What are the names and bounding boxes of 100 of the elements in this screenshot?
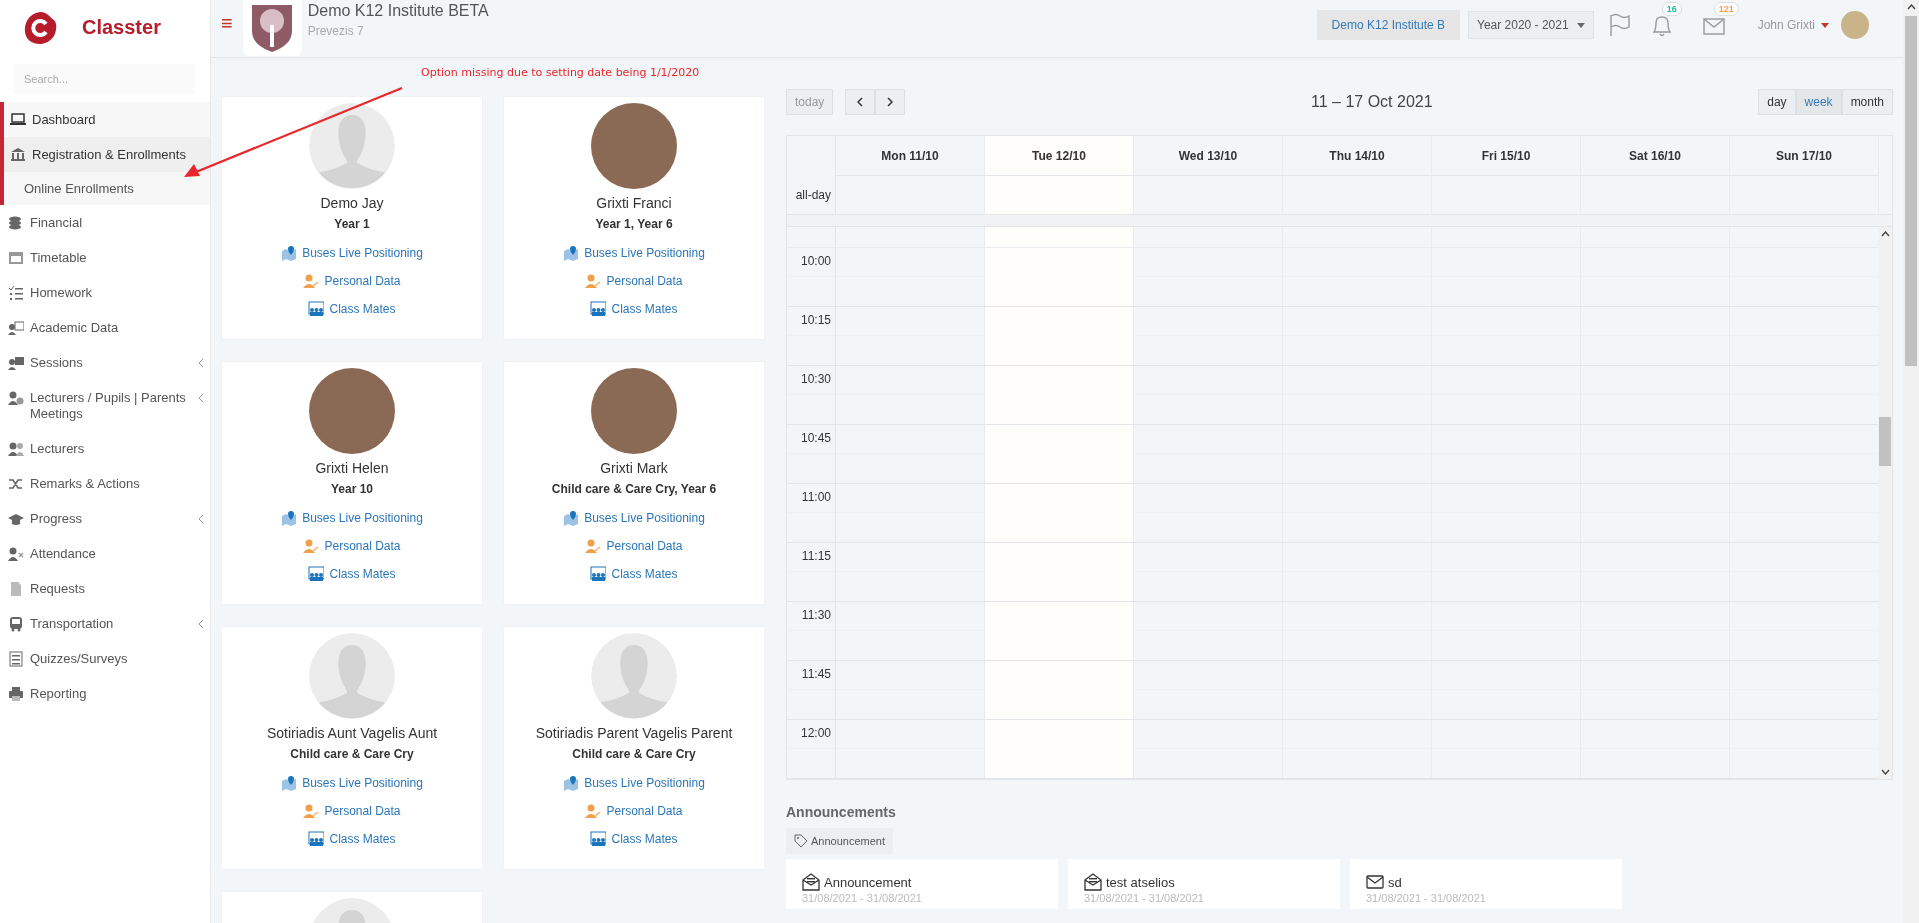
nav-item[interactable]: Lecturers [0,431,210,466]
previous-button[interactable] [845,89,876,115]
time-label: 11:30 [787,602,836,660]
nav-item[interactable]: Requests [0,571,210,606]
day-header: Tue 12/10 [985,136,1134,176]
people-board-icon [308,301,325,317]
menu-button[interactable]: ≡ [217,12,237,35]
map-pin-icon [281,775,298,791]
user-menu[interactable]: John Grixti [1747,18,1833,32]
time-label: 10:00 [787,248,836,306]
scrollbar-thumb[interactable] [1879,417,1891,466]
printer-icon [8,685,24,702]
person-icon [303,538,320,554]
nav-item[interactable]: Registration & Enrollments [4,137,210,172]
search-field[interactable]: Search... [14,64,195,94]
card-link[interactable]: Buses Live Positioning [563,510,705,526]
announcement-card[interactable]: sd 31/08/2021 - 31/08/2021 [1350,859,1622,909]
caret-down-icon [1821,22,1829,28]
nav-item[interactable]: Progress [0,501,210,536]
card-link[interactable]: Personal Data [585,538,683,554]
tag-filter[interactable]: Announcement [786,828,893,854]
nav-item[interactable]: Lecturers / Pupils | Parents Meetings [0,380,210,431]
student-name: Sotiriadis Parent Vagelis Parent [535,725,733,741]
nav-item[interactable]: Quizzes/Surveys [0,641,210,676]
card-link[interactable]: Buses Live Positioning [563,245,705,261]
chevron-left-icon [198,514,204,524]
view-tab[interactable]: month [1841,89,1893,115]
person-icon [303,803,320,819]
nav-label: Dashboard [32,111,97,128]
announcement-card[interactable]: Announcement 31/08/2021 - 31/08/2021 [786,859,1058,909]
time-label: 11:15 [787,543,836,601]
person-icon [585,538,602,554]
annotation-text: Option missing due to setting date being 1/1/2020 [421,66,700,79]
scrollbar[interactable] [1878,227,1892,779]
people-board-icon [590,566,607,582]
card-link[interactable]: Personal Data [303,803,401,819]
time-label: 10:15 [787,307,836,365]
card-link[interactable]: Buses Live Positioning [281,245,423,261]
nav-label: Lecturers / Pupils | Parents Meetings [30,389,187,422]
institute-address: Prevezis 7 [307,24,365,38]
bus-icon [8,615,24,632]
day-header: Sun 17/10 [1730,136,1879,176]
nav-subitem[interactable]: Online Enrollments [4,172,210,205]
announcement-dates: 31/08/2021 - 31/08/2021 [1084,892,1205,904]
card-link[interactable]: Class Mates [308,566,396,582]
card-link[interactable]: Personal Data [585,803,683,819]
chevron-left-icon [198,393,204,403]
envelope-open-icon [1084,873,1102,891]
nav-item[interactable]: Financial [0,205,210,240]
year-dropdown[interactable]: Year 2020 - 2021 [1468,11,1594,39]
announcement-card[interactable]: test atselios 31/08/2021 - 31/08/2021 [1068,859,1340,909]
card-link[interactable]: Personal Data [303,538,401,554]
card-link[interactable]: Class Mates [590,831,678,847]
card-link[interactable]: Buses Live Positioning [563,775,705,791]
nav-item[interactable]: Remarks & Actions [0,466,210,501]
nav-item[interactable]: Reporting [0,676,210,711]
checklist-icon [8,284,24,301]
card-link[interactable]: Class Mates [308,831,396,847]
announcement-title: sd [1388,874,1402,890]
nav-item[interactable]: Transportation [0,606,210,641]
person-cross-icon [8,545,24,562]
card-link[interactable]: Buses Live Positioning [281,510,423,526]
view-tab[interactable]: day [1758,89,1796,115]
scrollbar-thumb[interactable] [1905,16,1917,366]
next-button[interactable] [875,89,906,115]
card-link[interactable]: Personal Data [303,273,401,289]
nav-item[interactable]: Academic Data [0,310,210,345]
document-icon [8,580,24,597]
person-icon [585,273,602,289]
institute-button[interactable]: Demo K12 Institute B [1316,10,1460,40]
nav-label: Reporting [30,685,88,702]
nav-label: Lecturers [30,440,86,457]
nav-item[interactable]: Homework [0,275,210,310]
card-link[interactable]: Class Mates [308,301,396,317]
logo-icon [22,9,58,46]
student-classes: Child care & Care Cry, Year 6 [551,482,717,496]
nav-label: Timetable [30,249,88,266]
card-link[interactable]: Buses Live Positioning [281,775,423,791]
card-link[interactable]: Class Mates [590,301,678,317]
chevron-left-icon [198,619,204,629]
nav-item[interactable]: Attendance [0,536,210,571]
student-classes: Child care & Care Cry [290,747,414,761]
nav-label: Financial [30,214,84,231]
page-scrollbar[interactable] [1903,0,1919,923]
nav-label: Homework [30,284,94,301]
map-pin-icon [281,510,298,526]
nav-label: Remarks & Actions [30,475,141,492]
nav-label: Progress [30,510,84,527]
student-name: Grixti Helen [315,460,389,476]
card-link[interactable]: Class Mates [590,566,678,582]
nav-item[interactable]: Dashboard [4,102,210,137]
tree-shield-icon [250,3,295,53]
nav-item[interactable]: Sessions [0,345,210,380]
view-tab[interactable]: week [1795,89,1842,115]
person-clock-icon [8,389,24,406]
chevron-left-icon [857,97,864,107]
nav-item[interactable]: Timetable [0,240,210,275]
nav-label: Transportation [30,615,115,632]
nav-label: Requests [30,580,86,597]
card-link[interactable]: Personal Data [585,273,683,289]
